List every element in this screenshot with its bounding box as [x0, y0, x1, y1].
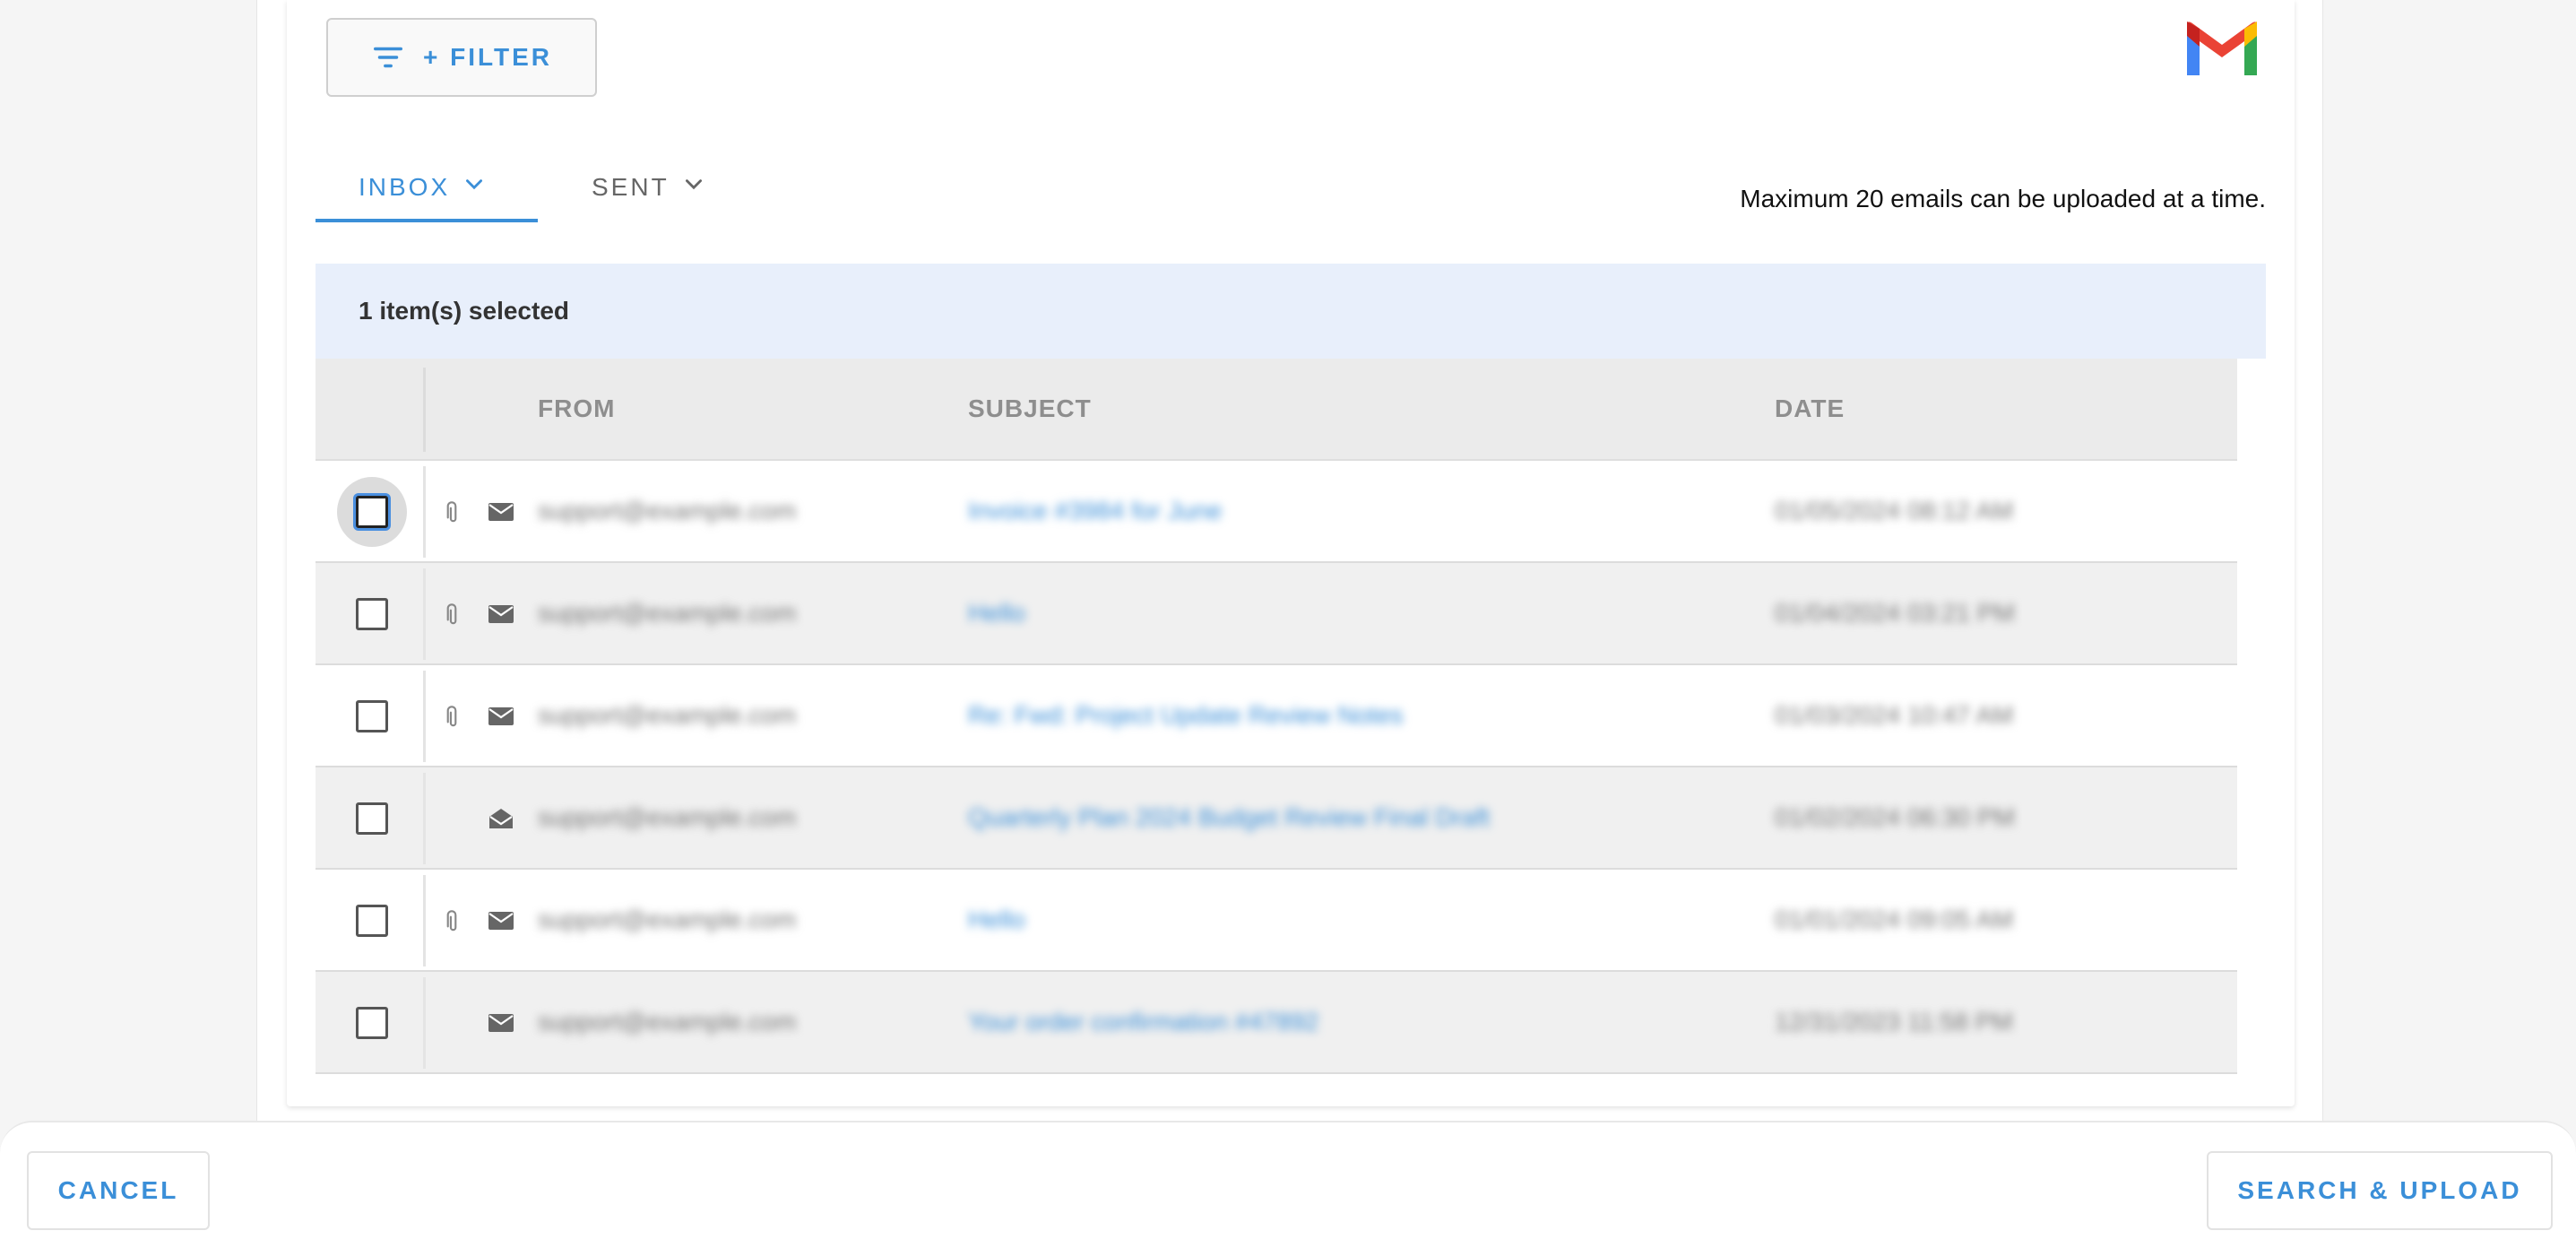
cancel-button[interactable]: CANCEL — [27, 1151, 210, 1230]
attachment-icon — [446, 910, 457, 932]
row-subject[interactable]: Hello — [968, 906, 1025, 934]
table-row[interactable]: support@example.com Your order confirmati… — [316, 972, 2237, 1074]
filter-label: + FILTER — [422, 43, 553, 71]
row-from: support@example.com — [538, 906, 797, 933]
table-row[interactable]: support@example.com Hello 01/04/2024 03:21… — [316, 563, 2237, 665]
row-from: support@example.com — [538, 1008, 797, 1036]
row-from: support@example.com — [538, 599, 797, 627]
tab-sent-label: SENT — [592, 173, 670, 201]
dialog-footer: CANCEL SEARCH & UPLOAD — [0, 1121, 2576, 1248]
row-date: 01/01/2024 09:05 AM — [1775, 906, 2014, 933]
column-divider — [423, 466, 426, 558]
attachment-icon — [446, 706, 457, 727]
selection-bar: 1 item(s) selected — [316, 264, 2266, 359]
checkbox[interactable] — [356, 802, 388, 835]
row-subject[interactable]: Quarterly Plan 2024 Budget Review Final … — [968, 803, 1490, 832]
mail-icon — [488, 707, 514, 725]
mailbox-tabs: INBOX SENT — [316, 152, 748, 222]
row-date: 01/04/2024 03:21 PM — [1775, 599, 2015, 627]
column-divider — [423, 568, 426, 660]
column-divider — [423, 977, 426, 1069]
upload-limit-notice: Maximum 20 emails can be uploaded at a t… — [1740, 185, 2266, 212]
row-from: support@example.com — [538, 803, 797, 831]
row-date: 01/02/2024 06:30 PM — [1775, 803, 2015, 831]
tab-inbox[interactable]: INBOX — [316, 152, 538, 222]
checkbox[interactable] — [356, 1007, 388, 1039]
row-subject[interactable]: Hello — [968, 599, 1025, 628]
email-table: FROM SUBJECT DATE support@example.com Inv… — [316, 359, 2237, 1074]
column-divider — [423, 368, 426, 452]
checkbox[interactable] — [356, 905, 388, 937]
row-checkbox[interactable] — [337, 784, 407, 854]
table-body: support@example.com Invoice #3984 for Jun… — [316, 461, 2237, 1074]
checkbox[interactable] — [356, 496, 388, 528]
filter-icon — [373, 47, 402, 68]
column-header-from[interactable]: FROM — [538, 394, 615, 423]
table-header: FROM SUBJECT DATE — [316, 359, 2237, 461]
mail-icon — [488, 1014, 514, 1032]
checkbox[interactable] — [356, 598, 388, 630]
mail-open-icon — [489, 809, 513, 828]
row-checkbox[interactable] — [337, 477, 407, 547]
row-from: support@example.com — [538, 701, 797, 729]
row-checkbox[interactable] — [337, 681, 407, 751]
filter-button[interactable]: + FILTER — [326, 18, 597, 97]
row-subject[interactable]: Re: Fwd: Project Update Review Notes — [968, 701, 1404, 730]
table-row[interactable]: support@example.com Hello 01/01/2024 09:05… — [316, 870, 2237, 972]
tab-sent[interactable]: SENT — [538, 152, 748, 222]
checkbox[interactable] — [356, 700, 388, 732]
attachment-icon — [446, 501, 457, 523]
tab-inbox-label: INBOX — [359, 173, 451, 201]
gmail-logo — [2187, 22, 2257, 75]
attachment-icon — [446, 603, 457, 625]
row-from: support@example.com — [538, 497, 797, 524]
table-row[interactable]: support@example.com Quarterly Plan 2024 B… — [316, 767, 2237, 870]
column-divider — [423, 875, 426, 966]
column-divider — [423, 773, 426, 864]
table-row[interactable]: support@example.com Re: Fwd: Project Upda… — [316, 665, 2237, 767]
search-upload-button[interactable]: SEARCH & UPLOAD — [2207, 1151, 2553, 1230]
row-date: 12/31/2023 11:58 PM — [1775, 1008, 2013, 1036]
chevron-down-icon[interactable] — [682, 173, 705, 196]
row-date: 01/03/2024 10:47 AM — [1775, 701, 2014, 729]
row-checkbox[interactable] — [337, 579, 407, 649]
row-checkbox[interactable] — [337, 886, 407, 956]
row-subject[interactable]: Your order confirmation #47892 — [968, 1008, 1318, 1036]
column-header-date[interactable]: DATE — [1775, 394, 1845, 423]
selection-count: 1 item(s) selected — [359, 297, 569, 325]
mail-icon — [488, 912, 514, 930]
mail-icon — [488, 605, 514, 623]
row-checkbox[interactable] — [337, 988, 407, 1058]
row-date: 01/05/2024 08:12 AM — [1775, 497, 2014, 524]
mail-icon — [488, 503, 514, 521]
row-subject[interactable]: Invoice #3984 for June — [968, 497, 1222, 525]
table-row[interactable]: support@example.com Invoice #3984 for Jun… — [316, 461, 2237, 563]
column-divider — [423, 671, 426, 762]
chevron-down-icon[interactable] — [462, 173, 486, 196]
column-header-subject[interactable]: SUBJECT — [968, 394, 1092, 423]
